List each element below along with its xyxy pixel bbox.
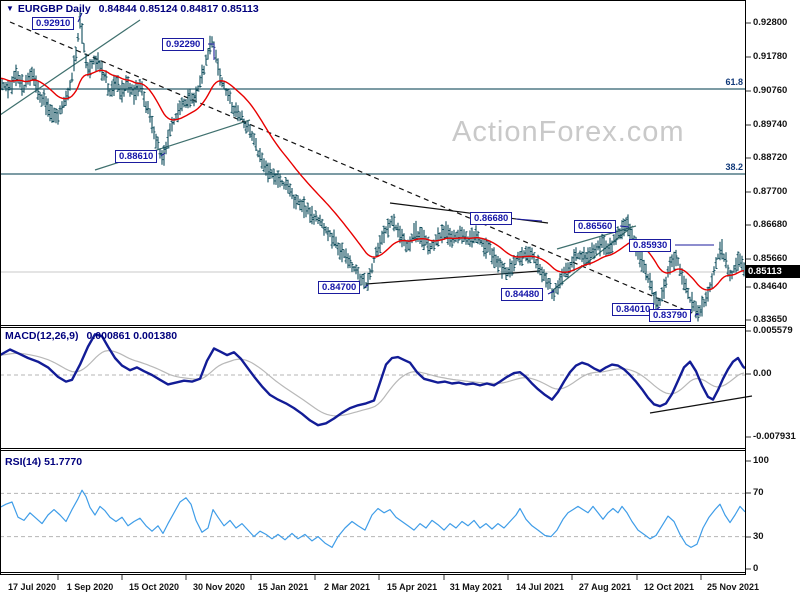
price-level-label[interactable]: 0.85930 [629, 239, 672, 252]
price-tick-label: 0.89740 [753, 119, 788, 130]
forex-chart-window: ActionForex.com ▼ EURGBP Daily 0.84844 0.8… [0, 0, 800, 600]
date-label: 27 Aug 2021 [578, 582, 632, 592]
date-label: 30 Nov 2020 [192, 582, 246, 592]
symbol-title: EURGBP Daily [17, 3, 91, 15]
price-tick-label: 0.88720 [753, 152, 788, 163]
date-label: 15 Apr 2021 [386, 582, 438, 592]
price-tick-label: 0.87700 [753, 186, 788, 197]
price-level-label[interactable]: 0.86560 [574, 220, 617, 233]
price-level-label[interactable]: 0.86680 [470, 212, 513, 225]
price-level-label[interactable]: 0.84010 [612, 303, 655, 316]
fib-level-label: 38.2 [725, 162, 743, 172]
current-price-tag: 0.85113 [746, 265, 800, 278]
date-label: 12 Oct 2021 [643, 582, 695, 592]
macd-tick-label: -0.007931 [753, 431, 796, 442]
price-level-label[interactable]: 0.88610 [115, 150, 158, 163]
macd-title: MACD(12,26,9) [5, 330, 79, 342]
price-level-label[interactable]: 0.92290 [162, 38, 205, 51]
price-tick-label: 0.83650 [753, 314, 788, 325]
chart-canvas[interactable] [0, 0, 800, 600]
collapse-icon[interactable]: ▼ [6, 4, 14, 13]
date-label: 15 Jan 2021 [257, 582, 309, 592]
price-level-label[interactable]: 0.92910 [32, 17, 75, 30]
macd-panel-header: MACD(12,26,9) 0.000861 0.001380 [5, 330, 177, 342]
price-tick-label: 0.85660 [753, 253, 788, 264]
rsi-tick-label: 30 [753, 531, 764, 542]
date-label: 15 Oct 2020 [128, 582, 180, 592]
rsi-tick-label: 0 [753, 563, 759, 574]
price-level-label[interactable]: 0.84700 [318, 281, 361, 294]
price-tick-label: 0.92800 [753, 17, 788, 28]
rsi-tick-label: 70 [753, 487, 764, 498]
rsi-title: RSI(14) 51.7770 [5, 456, 83, 468]
date-label: 17 Jul 2020 [7, 582, 57, 592]
macd-values: 0.000861 0.001380 [86, 330, 178, 342]
price-tick-label: 0.90760 [753, 85, 788, 96]
macd-tick-label: 0.00 [753, 368, 772, 379]
macd-tick-label: 0.005579 [753, 325, 793, 336]
date-label: 1 Sep 2020 [66, 582, 114, 592]
rsi-tick-label: 100 [753, 455, 769, 466]
rsi-panel-header: RSI(14) 51.7770 [5, 456, 82, 468]
date-label: 2 Mar 2021 [323, 582, 371, 592]
price-tick-label: 0.86680 [753, 219, 788, 230]
date-label: 31 May 2021 [449, 582, 503, 592]
price-level-label[interactable]: 0.83790 [649, 309, 692, 322]
price-tick-label: 0.91780 [753, 51, 788, 62]
date-label: 14 Jul 2021 [515, 582, 565, 592]
price-level-label[interactable]: 0.84480 [501, 288, 544, 301]
ohlc-values: 0.84844 0.85124 0.84817 0.85113 [98, 3, 259, 15]
price-panel-header: ▼ EURGBP Daily 0.84844 0.85124 0.84817 0.8… [6, 3, 259, 15]
date-label: 25 Nov 2021 [706, 582, 760, 592]
fib-level-label: 61.8 [725, 77, 743, 87]
price-tick-label: 0.84640 [753, 281, 788, 292]
